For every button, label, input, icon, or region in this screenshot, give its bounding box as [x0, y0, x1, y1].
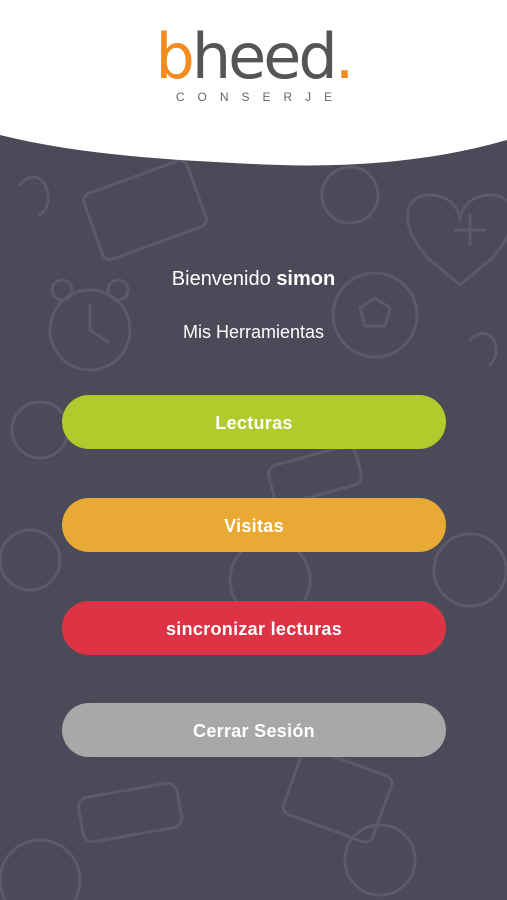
logout-button[interactable]: Cerrar Sesión: [62, 703, 446, 757]
welcome-greeting: Bienvenido: [171, 268, 271, 290]
sync-readings-button[interactable]: sincronizar lecturas: [62, 601, 446, 655]
welcome-username: simon: [276, 268, 336, 290]
bottle-icon: [267, 444, 363, 506]
lecturas-button[interactable]: Lecturas: [62, 395, 446, 449]
logo-wordmark: bheed.: [155, 20, 354, 93]
tablet-icon: [82, 159, 208, 261]
logo-subtitle: CONSERJE: [175, 90, 346, 104]
tools-heading: Mis Herramientas: [182, 322, 325, 342]
bheed-logo: bheed. CONSERJE: [0, 20, 507, 105]
welcome-message: Bienvenido simon: [0, 268, 507, 291]
visitas-button[interactable]: Visitas: [62, 498, 446, 552]
